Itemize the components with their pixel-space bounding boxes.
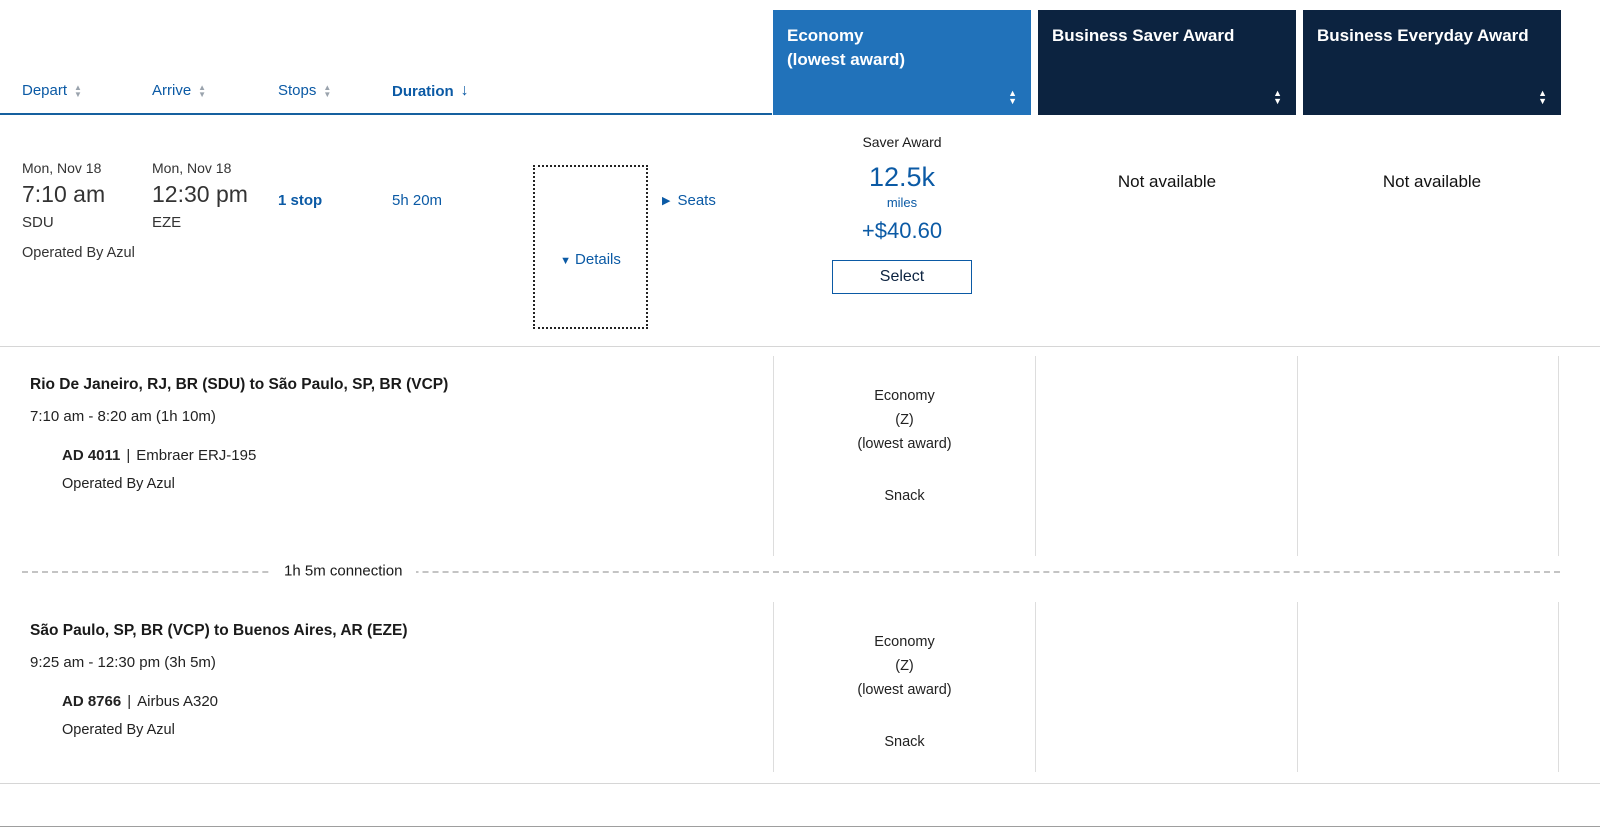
operated-by: Operated By Azul	[22, 245, 135, 261]
amenity: Snack	[884, 488, 925, 504]
sort-header-depart[interactable]: Depart ▲ ▼	[22, 82, 82, 99]
select-button[interactable]: Select	[832, 260, 972, 294]
separator: |	[127, 693, 132, 710]
fare-column-headers: Economy (lowest award) ▲ ▼ Business Save…	[773, 10, 1561, 115]
miles-amount: 12.5k	[868, 162, 936, 192]
details-label: Details	[575, 250, 621, 268]
sort-icon[interactable]: ▲ ▼	[1273, 89, 1282, 106]
segment-economy-cabin-cell: Economy (Z) (lowest award) Snack	[773, 602, 1035, 772]
fare-header-label: Business Saver Award	[1052, 26, 1235, 45]
sort-header-label: Stops	[278, 82, 317, 99]
segment-operated-by: Operated By Azul	[62, 476, 175, 492]
segment-business-saver-cell	[1035, 602, 1297, 772]
caret-down-icon: ▼	[1273, 96, 1282, 106]
sort-header-stops[interactable]: Stops ▲ ▼	[278, 82, 331, 99]
amenity: Snack	[884, 734, 925, 750]
flight-details-panel: Rio De Janeiro, RJ, BR (SDU) to São Paul…	[0, 346, 1600, 784]
business-saver-availability: Not available	[1117, 172, 1217, 191]
miles-unit-label: miles	[886, 195, 918, 210]
aircraft-type: Embraer ERJ-195	[136, 447, 257, 464]
segment-operated-by: Operated By Azul	[62, 722, 175, 738]
segment-info: São Paulo, SP, BR (VCP) to Buenos Aires,…	[0, 602, 773, 772]
caret-down-icon: ▼	[198, 89, 207, 99]
separator: |	[126, 447, 131, 464]
next-row-divider	[0, 826, 1600, 827]
arrive-time: 12:30 pm	[152, 181, 248, 207]
arrive-airport-code: EZE	[152, 214, 182, 231]
cabin-name: Economy	[874, 388, 935, 404]
sort-header-arrive[interactable]: Arrive ▲ ▼	[152, 82, 206, 99]
sort-header-label: Depart	[22, 82, 68, 99]
sort-icon: ▲ ▼	[74, 83, 82, 99]
sort-icon[interactable]: ▲ ▼	[1008, 89, 1017, 106]
award-type-label: Saver Award	[862, 134, 942, 150]
depart-date: Mon, Nov 18	[22, 160, 102, 176]
cabin-award-type: (lowest award)	[857, 436, 952, 452]
cabin-booking-code: (Z)	[895, 412, 914, 428]
segment-economy-cabin-cell: Economy (Z) (lowest award) Snack	[773, 356, 1035, 556]
seats-button[interactable]: ▶ Seats	[662, 192, 716, 209]
segment-route: São Paulo, SP, BR (VCP) to Buenos Aires,…	[30, 622, 408, 639]
aircraft-type: Airbus A320	[137, 693, 218, 710]
sort-header-duration[interactable]: Duration ↓	[392, 82, 469, 100]
business-everyday-availability: Not available	[1382, 172, 1482, 191]
header-underline	[0, 113, 772, 115]
cabin-award-type: (lowest award)	[857, 682, 952, 698]
fare-header-sublabel: (lowest award)	[787, 49, 906, 69]
flight-number: AD 8766	[62, 693, 122, 710]
caret-down-icon: ▼	[74, 89, 82, 99]
connection-row: 1h 5m connection	[0, 556, 1600, 586]
arrive-date: Mon, Nov 18	[152, 160, 232, 176]
duration-value: 5h 20m	[392, 192, 443, 209]
cash-copay-amount: +$40.60	[861, 218, 943, 243]
segment-flight-line: AD 8766 | Airbus A320	[62, 693, 773, 710]
segment-business-saver-cell	[1035, 356, 1297, 556]
sort-icon: ▲ ▼	[198, 83, 207, 99]
flight-number: AD 4011	[62, 447, 121, 464]
segment-times: 9:25 am - 12:30 pm (3h 5m)	[30, 654, 216, 671]
connection-duration-label: 1h 5m connection	[270, 562, 417, 580]
caret-right-icon: ▶	[662, 195, 671, 207]
seats-label: Seats	[677, 192, 716, 209]
cabin-booking-code: (Z)	[895, 658, 914, 674]
depart-airport-code: SDU	[22, 214, 54, 231]
fare-header-business-saver[interactable]: Business Saver Award ▲ ▼	[1038, 10, 1296, 115]
depart-time: 7:10 am	[22, 181, 106, 207]
caret-down-icon: ▼	[1008, 96, 1017, 106]
segment-info: Rio De Janeiro, RJ, BR (SDU) to São Paul…	[0, 356, 773, 556]
fare-header-economy[interactable]: Economy (lowest award) ▲ ▼	[773, 10, 1031, 115]
segment-row-1: Rio De Janeiro, RJ, BR (SDU) to São Paul…	[0, 356, 1600, 556]
sort-icon: ▲ ▼	[323, 83, 332, 99]
caret-down-icon: ▼	[323, 89, 332, 99]
segment-row-2: São Paulo, SP, BR (VCP) to Buenos Aires,…	[0, 602, 1600, 772]
segment-business-everyday-cell	[1297, 602, 1559, 772]
sort-descending-icon: ↓	[460, 82, 469, 99]
sort-icon[interactable]: ▲ ▼	[1538, 89, 1547, 106]
fare-header-label: Economy	[787, 26, 864, 45]
details-toggle-button[interactable]: ▼ Details	[533, 165, 648, 329]
fare-header-business-everyday[interactable]: Business Everyday Award ▲ ▼	[1303, 10, 1561, 115]
sort-header-label: Duration	[392, 82, 454, 100]
segment-route: Rio De Janeiro, RJ, BR (SDU) to São Paul…	[30, 376, 449, 393]
caret-down-icon: ▼	[1538, 96, 1547, 106]
segment-times: 7:10 am - 8:20 am (1h 10m)	[30, 408, 216, 425]
cabin-name: Economy	[874, 634, 935, 650]
caret-down-icon: ▼	[560, 254, 572, 267]
segment-flight-line: AD 4011 | Embraer ERJ-195	[62, 447, 773, 464]
sort-header-label: Arrive	[152, 82, 192, 99]
stops-value: 1 stop	[278, 192, 323, 209]
fare-header-label: Business Everyday Award	[1317, 26, 1529, 45]
award-search-results-page: Economy (lowest award) ▲ ▼ Business Save…	[0, 0, 1600, 829]
economy-fare-cell: Saver Award 12.5k miles +$40.60 Select	[773, 128, 1031, 294]
segment-business-everyday-cell	[1297, 356, 1559, 556]
connection-divider	[22, 571, 1560, 573]
